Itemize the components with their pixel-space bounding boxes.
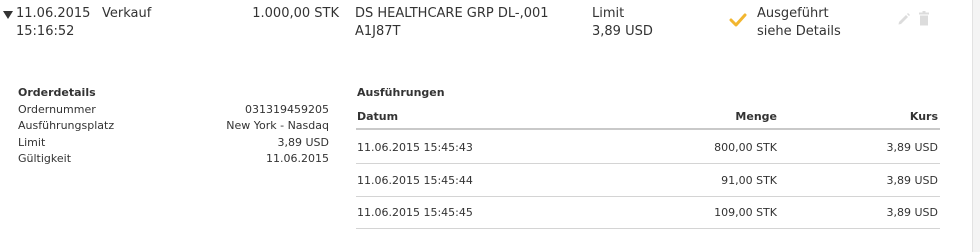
order-details-heading: Orderdetails (18, 86, 96, 99)
detail-value-validity: 11.06.2015 (266, 152, 329, 165)
execution-date: 11.06.2015 15:45:43 (357, 141, 473, 154)
pencil-icon[interactable] (897, 12, 911, 26)
detail-value-limit: 3,89 USD (277, 136, 330, 149)
detail-label-limit: Limit (18, 136, 46, 149)
instrument-wkn: A1J87T (355, 24, 401, 39)
instrument-name[interactable]: DS HEALTHCARE GRP DL-,001 (355, 6, 549, 21)
detail-label-validity: Gültigkeit (18, 152, 72, 165)
executions-heading: Ausführungen (357, 86, 445, 99)
execution-quantity: 800,00 STK (714, 141, 777, 154)
vertical-scrollbar[interactable] (972, 0, 980, 252)
row-divider (356, 163, 940, 164)
header-divider (356, 128, 940, 130)
expand-triangle-icon[interactable] (2, 10, 14, 20)
detail-label-order-number: Ordernummer (18, 103, 96, 116)
order-time: 15:16:52 (16, 24, 75, 39)
column-header-quantity: Menge (735, 110, 777, 123)
status-details-link[interactable]: siehe Details (757, 24, 841, 39)
execution-quantity: 109,00 STK (714, 206, 777, 219)
order-date: 11.06.2015 (16, 6, 91, 21)
execution-date: 11.06.2015 15:45:44 (357, 174, 473, 187)
execution-price: 3,89 USD (886, 141, 939, 154)
limit-price: 3,89 USD (592, 24, 653, 39)
detail-label-venue: Ausführungsplatz (18, 119, 115, 132)
trash-icon[interactable] (918, 11, 930, 26)
order-type-limit: Limit (592, 6, 625, 21)
row-divider (356, 196, 940, 197)
row-divider (356, 228, 940, 229)
execution-quantity: 91,00 STK (721, 174, 777, 187)
column-header-date: Datum (357, 110, 399, 123)
status-label: Ausgeführt (757, 6, 829, 21)
order-type: Verkauf (102, 6, 152, 21)
detail-value-venue: New York - Nasdaq (226, 119, 329, 132)
detail-value-order-number: 031319459205 (245, 103, 329, 116)
execution-date: 11.06.2015 15:45:45 (357, 206, 473, 219)
order-quantity: 1.000,00 STK (252, 6, 339, 21)
column-header-price: Kurs (909, 110, 938, 123)
checkmark-icon (729, 13, 747, 27)
execution-price: 3,89 USD (886, 206, 939, 219)
execution-price: 3,89 USD (886, 174, 939, 187)
